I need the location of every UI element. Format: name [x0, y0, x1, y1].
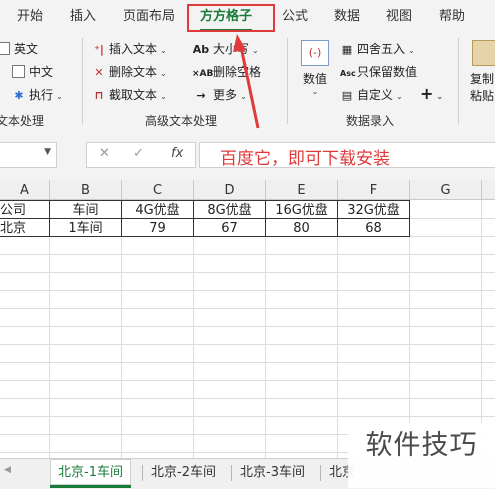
annotation-arrow	[233, 34, 260, 129]
watermark: 软件技巧	[348, 423, 495, 488]
